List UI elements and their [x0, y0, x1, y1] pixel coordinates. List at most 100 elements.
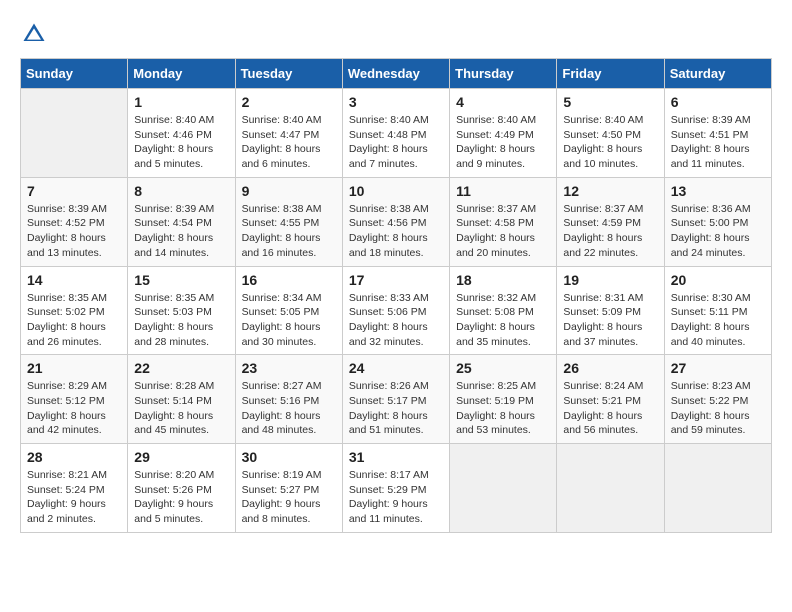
day-number: 22	[134, 360, 228, 376]
day-cell: 21Sunrise: 8:29 AMSunset: 5:12 PMDayligh…	[21, 355, 128, 444]
day-number: 26	[563, 360, 657, 376]
day-number: 9	[242, 183, 336, 199]
calendar-table: SundayMondayTuesdayWednesdayThursdayFrid…	[20, 58, 772, 533]
page-header	[20, 20, 772, 48]
day-info: Sunrise: 8:19 AMSunset: 5:27 PMDaylight:…	[242, 468, 336, 527]
day-info: Sunrise: 8:37 AMSunset: 4:58 PMDaylight:…	[456, 202, 550, 261]
day-number: 27	[671, 360, 765, 376]
day-cell: 22 Sunrise: 8:28 AMSunset: 5:14 PMDayligh…	[128, 355, 235, 444]
day-cell: 1 Sunrise: 8:40 AMSunset: 4:46 PMDaylight…	[128, 89, 235, 178]
day-number: 12	[563, 183, 657, 199]
day-info: Sunrise: 8:28 AMSunset: 5:14 PMDaylight:…	[134, 379, 228, 438]
week-row-3: 14 Sunrise: 8:35 AMSunset: 5:02 PMDayligh…	[21, 266, 772, 355]
day-info: Sunrise: 8:40 AMSunset: 4:46 PMDaylight:…	[134, 113, 228, 172]
day-number: 5	[563, 94, 657, 110]
logo-icon	[20, 20, 48, 48]
week-row-1: 1 Sunrise: 8:40 AMSunset: 4:46 PMDaylight…	[21, 89, 772, 178]
day-number: 23	[242, 360, 336, 376]
day-cell: 30 Sunrise: 8:19 AMSunset: 5:27 PMDayligh…	[235, 444, 342, 533]
day-cell	[21, 89, 128, 178]
day-info: Sunrise: 8:23 AMSunset: 5:22 PMDaylight:…	[671, 379, 765, 438]
day-info: Sunrise: 8:30 AMSunset: 5:11 PMDaylight:…	[671, 291, 765, 350]
day-number: 18	[456, 272, 550, 288]
day-info: Sunrise: 8:34 AMSunset: 5:05 PMDaylight:…	[242, 291, 336, 350]
header-cell-thursday: Thursday	[450, 59, 557, 89]
day-info: Sunrise: 8:39 AMSunset: 4:54 PMDaylight:…	[134, 202, 228, 261]
day-cell: 5 Sunrise: 8:40 AMSunset: 4:50 PMDaylight…	[557, 89, 664, 178]
day-info: Sunrise: 8:21 AMSunset: 5:24 PMDaylight:…	[27, 468, 121, 527]
day-info: Sunrise: 8:37 AMSunset: 4:59 PMDaylight:…	[563, 202, 657, 261]
day-info: Sunrise: 8:36 AMSunset: 5:00 PMDaylight:…	[671, 202, 765, 261]
day-info: Sunrise: 8:26 AMSunset: 5:17 PMDaylight:…	[349, 379, 443, 438]
day-number: 28	[27, 449, 121, 465]
day-cell: 23 Sunrise: 8:27 AMSunset: 5:16 PMDayligh…	[235, 355, 342, 444]
day-cell	[664, 444, 771, 533]
day-cell: 16 Sunrise: 8:34 AMSunset: 5:05 PMDayligh…	[235, 266, 342, 355]
header-cell-friday: Friday	[557, 59, 664, 89]
day-cell: 6 Sunrise: 8:39 AMSunset: 4:51 PMDaylight…	[664, 89, 771, 178]
day-cell	[557, 444, 664, 533]
day-number: 16	[242, 272, 336, 288]
header-cell-tuesday: Tuesday	[235, 59, 342, 89]
day-cell: 10Sunrise: 8:38 AMSunset: 4:56 PMDayligh…	[342, 177, 449, 266]
header-row: SundayMondayTuesdayWednesdayThursdayFrid…	[21, 59, 772, 89]
day-cell: 28 Sunrise: 8:21 AMSunset: 5:24 PMDayligh…	[21, 444, 128, 533]
day-number: 20	[671, 272, 765, 288]
day-info: Sunrise: 8:40 AMSunset: 4:50 PMDaylight:…	[563, 113, 657, 172]
day-number: 14	[27, 272, 121, 288]
day-info: Sunrise: 8:24 AMSunset: 5:21 PMDaylight:…	[563, 379, 657, 438]
day-number: 17	[349, 272, 443, 288]
day-number: 24	[349, 360, 443, 376]
day-cell: 14 Sunrise: 8:35 AMSunset: 5:02 PMDayligh…	[21, 266, 128, 355]
day-number: 25	[456, 360, 550, 376]
day-info: Sunrise: 8:35 AMSunset: 5:02 PMDaylight:…	[27, 291, 121, 350]
day-info: Sunrise: 8:40 AMSunset: 4:47 PMDaylight:…	[242, 113, 336, 172]
day-number: 31	[349, 449, 443, 465]
day-number: 7	[27, 183, 121, 199]
header-cell-monday: Monday	[128, 59, 235, 89]
day-number: 19	[563, 272, 657, 288]
day-number: 1	[134, 94, 228, 110]
day-number: 8	[134, 183, 228, 199]
day-number: 21	[27, 360, 121, 376]
day-cell	[450, 444, 557, 533]
day-cell: 8 Sunrise: 8:39 AMSunset: 4:54 PMDaylight…	[128, 177, 235, 266]
day-info: Sunrise: 8:40 AMSunset: 4:48 PMDaylight:…	[349, 113, 443, 172]
day-cell: 19 Sunrise: 8:31 AMSunset: 5:09 PMDayligh…	[557, 266, 664, 355]
day-cell: 11 Sunrise: 8:37 AMSunset: 4:58 PMDayligh…	[450, 177, 557, 266]
day-number: 11	[456, 183, 550, 199]
day-cell: 29 Sunrise: 8:20 AMSunset: 5:26 PMDayligh…	[128, 444, 235, 533]
day-info: Sunrise: 8:33 AMSunset: 5:06 PMDaylight:…	[349, 291, 443, 350]
day-cell: 18 Sunrise: 8:32 AMSunset: 5:08 PMDayligh…	[450, 266, 557, 355]
day-info: Sunrise: 8:20 AMSunset: 5:26 PMDaylight:…	[134, 468, 228, 527]
day-cell: 17 Sunrise: 8:33 AMSunset: 5:06 PMDayligh…	[342, 266, 449, 355]
day-info: Sunrise: 8:39 AMSunset: 4:52 PMDaylight:…	[27, 202, 121, 261]
week-row-2: 7 Sunrise: 8:39 AMSunset: 4:52 PMDaylight…	[21, 177, 772, 266]
day-info: Sunrise: 8:25 AMSunset: 5:19 PMDaylight:…	[456, 379, 550, 438]
day-info: Sunrise: 8:35 AMSunset: 5:03 PMDaylight:…	[134, 291, 228, 350]
day-number: 30	[242, 449, 336, 465]
day-cell: 3Sunrise: 8:40 AMSunset: 4:48 PMDaylight…	[342, 89, 449, 178]
day-cell: 26 Sunrise: 8:24 AMSunset: 5:21 PMDayligh…	[557, 355, 664, 444]
day-info: Sunrise: 8:39 AMSunset: 4:51 PMDaylight:…	[671, 113, 765, 172]
day-number: 29	[134, 449, 228, 465]
day-cell: 4Sunrise: 8:40 AMSunset: 4:49 PMDaylight…	[450, 89, 557, 178]
logo	[20, 20, 50, 48]
day-cell: 9 Sunrise: 8:38 AMSunset: 4:55 PMDaylight…	[235, 177, 342, 266]
day-cell: 31Sunrise: 8:17 AMSunset: 5:29 PMDayligh…	[342, 444, 449, 533]
day-number: 6	[671, 94, 765, 110]
day-cell: 25 Sunrise: 8:25 AMSunset: 5:19 PMDayligh…	[450, 355, 557, 444]
week-row-4: 21Sunrise: 8:29 AMSunset: 5:12 PMDayligh…	[21, 355, 772, 444]
day-info: Sunrise: 8:27 AMSunset: 5:16 PMDaylight:…	[242, 379, 336, 438]
day-number: 4	[456, 94, 550, 110]
day-info: Sunrise: 8:31 AMSunset: 5:09 PMDaylight:…	[563, 291, 657, 350]
day-info: Sunrise: 8:38 AMSunset: 4:55 PMDaylight:…	[242, 202, 336, 261]
day-cell: 27 Sunrise: 8:23 AMSunset: 5:22 PMDayligh…	[664, 355, 771, 444]
day-cell: 7 Sunrise: 8:39 AMSunset: 4:52 PMDaylight…	[21, 177, 128, 266]
header-cell-sunday: Sunday	[21, 59, 128, 89]
day-info: Sunrise: 8:32 AMSunset: 5:08 PMDaylight:…	[456, 291, 550, 350]
day-number: 13	[671, 183, 765, 199]
day-cell: 13 Sunrise: 8:36 AMSunset: 5:00 PMDayligh…	[664, 177, 771, 266]
day-cell: 20 Sunrise: 8:30 AMSunset: 5:11 PMDayligh…	[664, 266, 771, 355]
header-cell-saturday: Saturday	[664, 59, 771, 89]
